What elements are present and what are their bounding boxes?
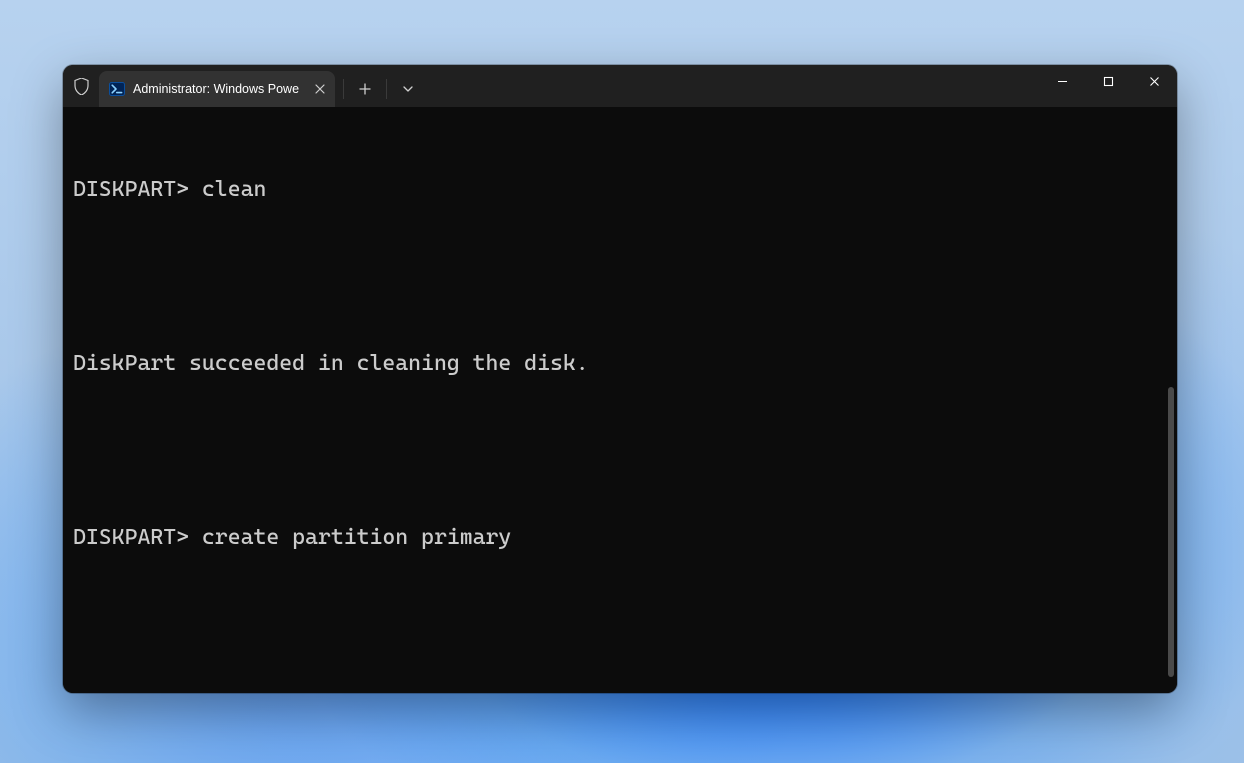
- separator: [386, 79, 387, 99]
- desktop-background: Administrator: Windows Powe: [0, 0, 1244, 763]
- window-titlebar[interactable]: Administrator: Windows Powe: [63, 65, 1177, 107]
- window-maximize-button[interactable]: [1085, 65, 1131, 97]
- tab-powershell-admin[interactable]: Administrator: Windows Powe: [99, 71, 335, 107]
- terminal-scrollbar[interactable]: [1168, 387, 1174, 677]
- separator: [343, 79, 344, 99]
- window-minimize-button[interactable]: [1039, 65, 1085, 97]
- terminal-line: [73, 262, 1167, 291]
- terminal-line: DiskPart succeeded in cleaning the disk.: [73, 349, 1167, 378]
- tab-dropdown-button[interactable]: [391, 74, 425, 104]
- terminal-line: [73, 610, 1167, 639]
- powershell-icon: [109, 81, 125, 97]
- terminal-window: Administrator: Windows Powe: [63, 65, 1177, 693]
- window-close-button[interactable]: [1131, 65, 1177, 97]
- terminal-line: DISKPART> clean: [73, 175, 1167, 204]
- terminal-line: [73, 436, 1167, 465]
- tab-close-button[interactable]: [311, 80, 329, 98]
- tab-title: Administrator: Windows Powe: [133, 82, 299, 96]
- terminal-line: DISKPART> create partition primary: [73, 523, 1167, 552]
- terminal-output: DISKPART> clean DiskPart succeeded in cl…: [63, 107, 1177, 693]
- new-tab-button[interactable]: [348, 74, 382, 104]
- terminal-area[interactable]: DISKPART> clean DiskPart succeeded in cl…: [63, 107, 1177, 693]
- admin-shield-icon: [63, 65, 99, 107]
